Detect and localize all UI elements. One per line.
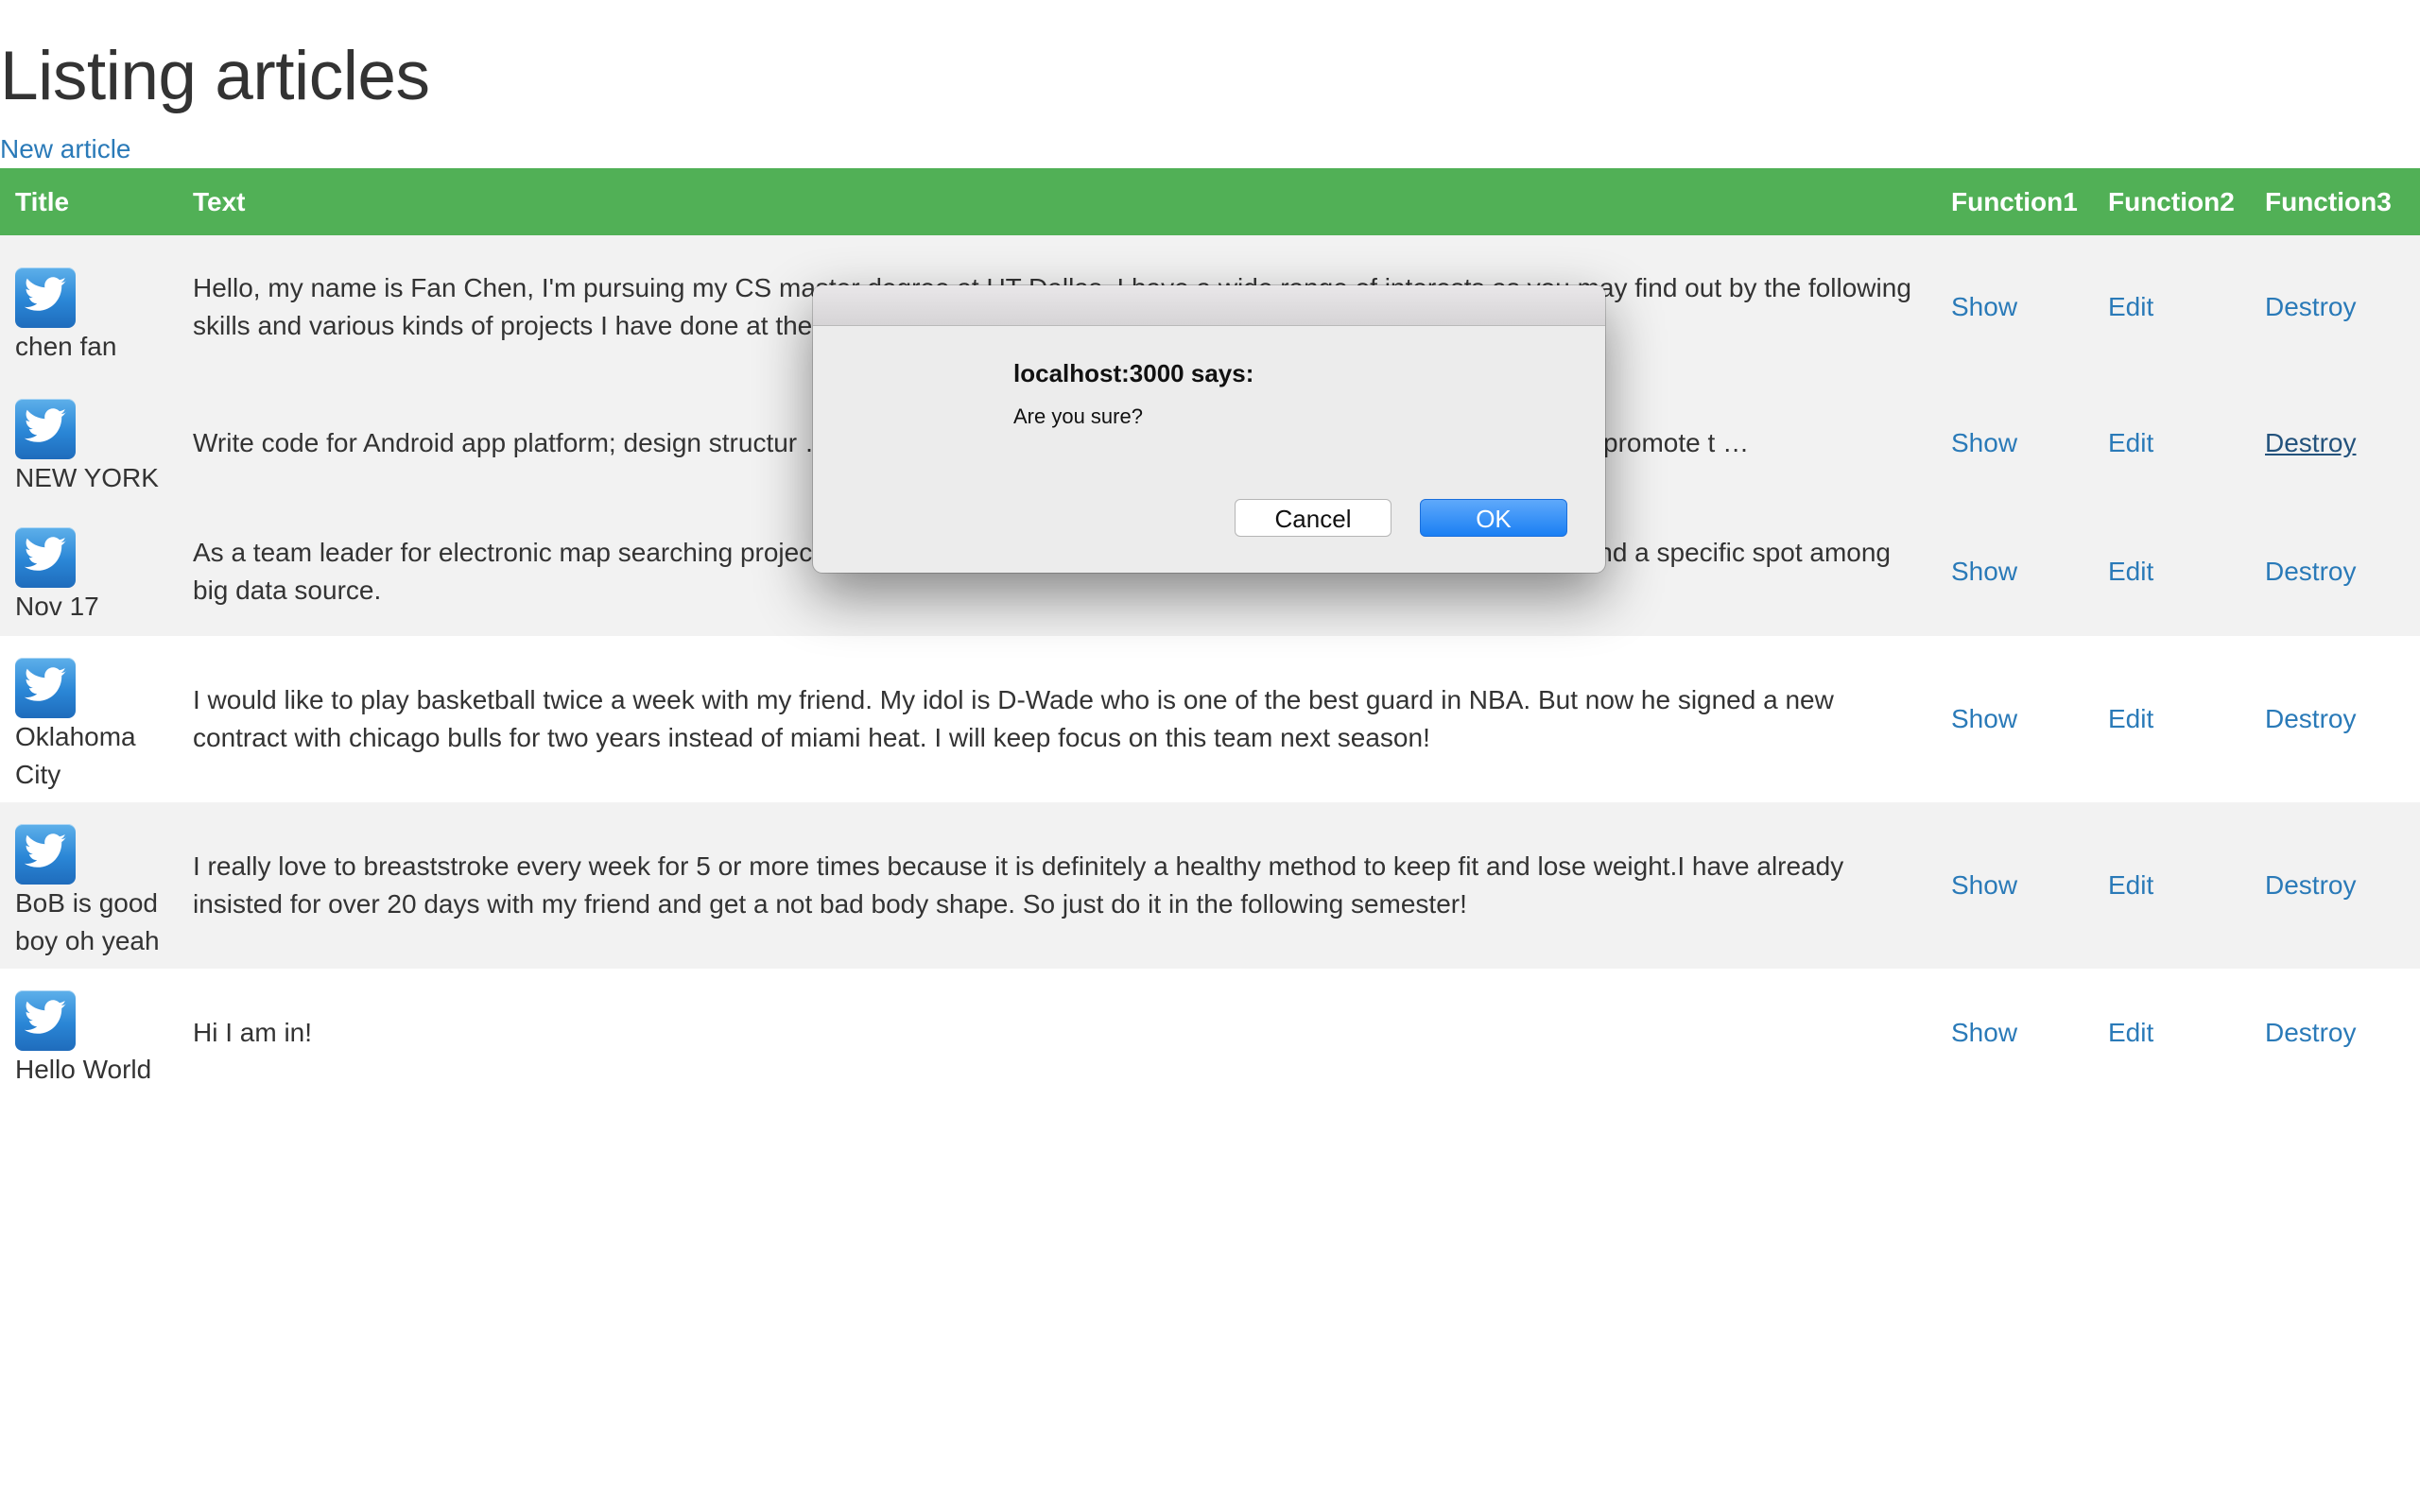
article-text: I really love to breaststroke every week… [193,851,1844,919]
title-cell: Oklahoma City [0,636,178,802]
table-row: Hello World Hi I am in! Show Edit Destro… [0,969,2420,1097]
table-header-row: Title Text Function1 Function2 Function3 [0,168,2420,235]
edit-link[interactable]: Edit [2108,870,2153,900]
title-cell: Nov 17 [0,507,178,636]
dialog-title: localhost:3000 says: [1013,359,1254,387]
article-title: Oklahoma City [15,722,136,789]
twitter-bird-icon [15,990,76,1051]
twitter-bird-icon [15,399,76,459]
article-title: NEW YORK [15,463,159,492]
column-header-function2: Function2 [2108,186,2235,216]
title-cell: NEW YORK [0,379,178,507]
dialog-message: Are you sure? [1013,404,1143,428]
title-cell: Hello World [0,969,178,1097]
edit-link[interactable]: Edit [2108,704,2153,733]
destroy-link[interactable]: Destroy [2265,704,2356,733]
edit-link[interactable]: Edit [2108,1018,2153,1047]
show-link[interactable]: Show [1951,870,2017,900]
new-article-link[interactable]: New article [0,132,130,166]
edit-link[interactable]: Edit [2108,428,2153,457]
show-link[interactable]: Show [1951,557,2017,586]
article-title: Hello World [15,1055,152,1084]
twitter-bird-icon [15,267,76,328]
page-title: Listing articles [0,38,430,114]
destroy-link[interactable]: Destroy [2265,870,2356,900]
title-cell: chen fan [0,235,178,379]
show-link[interactable]: Show [1951,292,2017,321]
destroy-link[interactable]: Destroy [2265,557,2356,586]
column-header-text: Text [193,186,246,216]
column-header-function3: Function3 [2265,186,2392,216]
destroy-link[interactable]: Destroy [2265,428,2356,457]
page: Listing articles New article Title Text … [0,0,2420,1512]
article-title: BoB is good boy oh yeah [15,888,160,955]
title-cell: BoB is good boy oh yeah [0,802,178,969]
twitter-bird-icon [15,527,76,588]
table-row: Oklahoma City I would like to play baske… [0,636,2420,802]
show-link[interactable]: Show [1951,1018,2017,1047]
article-title: chen fan [15,332,117,361]
column-header-title: Title [15,186,70,216]
show-link[interactable]: Show [1951,428,2017,457]
table-row: BoB is good boy oh yeah I really love to… [0,802,2420,969]
twitter-bird-icon [15,658,76,718]
cancel-button[interactable]: Cancel [1235,499,1392,537]
ok-button[interactable]: OK [1420,499,1567,537]
article-text: Hi I am in! [193,1018,313,1047]
article-title: Nov 17 [15,592,99,621]
article-text: I would like to play basketball twice a … [193,685,1834,752]
edit-link[interactable]: Edit [2108,557,2153,586]
column-header-function1: Function1 [1951,186,2078,216]
show-link[interactable]: Show [1951,704,2017,733]
twitter-bird-icon [15,824,76,885]
dialog-titlebar[interactable] [813,285,1605,326]
destroy-link[interactable]: Destroy [2265,292,2356,321]
confirm-dialog: localhost:3000 says: Are you sure? Cance… [813,285,1605,573]
destroy-link[interactable]: Destroy [2265,1018,2356,1047]
edit-link[interactable]: Edit [2108,292,2153,321]
